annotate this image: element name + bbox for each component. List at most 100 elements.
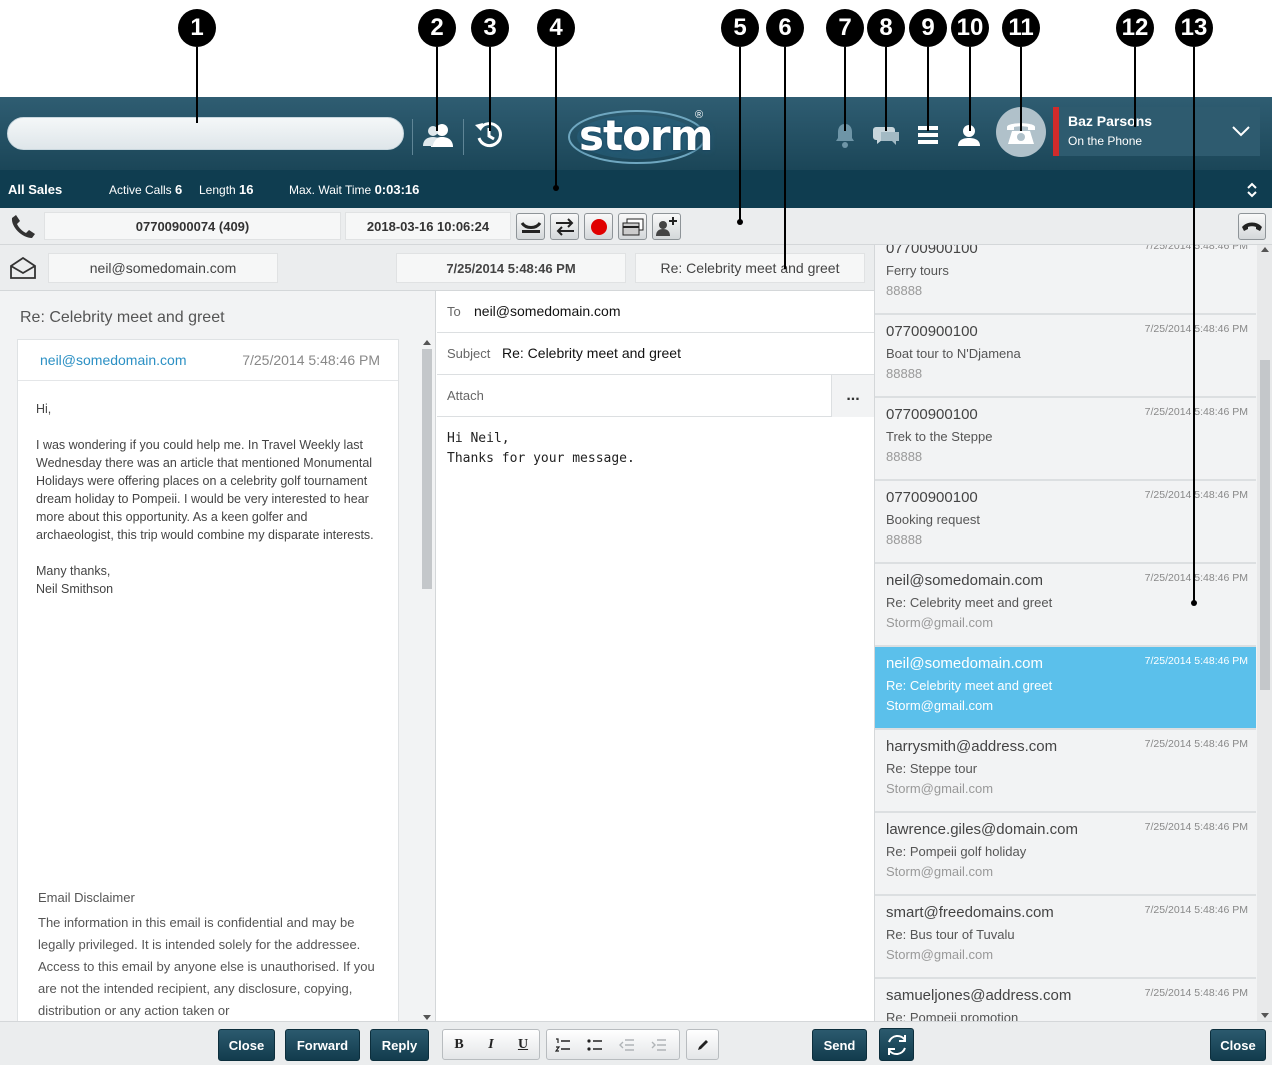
callout-leader xyxy=(784,47,786,269)
callout-12: 12 xyxy=(1116,9,1154,47)
list-item-title: smart@freedomains.com xyxy=(886,904,1054,921)
scrollbar-thumb[interactable] xyxy=(1260,360,1270,690)
conference-button[interactable] xyxy=(652,213,681,240)
callout-7: 7 xyxy=(826,9,864,47)
callout-10: 10 xyxy=(951,9,989,47)
scroll-up-icon[interactable] xyxy=(423,339,431,345)
conference-icon xyxy=(655,216,677,236)
list-item-title: harrysmith@address.com xyxy=(886,738,1058,755)
list-item-title: 07700900100 xyxy=(886,245,978,257)
scroll-up-icon[interactable] xyxy=(1261,246,1269,252)
list-item[interactable]: harrysmith@address.com Re: Steppe tour Sto… xyxy=(875,730,1256,813)
list-item-subject: Boat tour to N'Djamena xyxy=(886,346,1021,361)
callout-5: 5 xyxy=(721,9,759,47)
indent-button[interactable] xyxy=(643,1030,675,1059)
contacts-icon[interactable] xyxy=(420,117,456,153)
user-status-dropdown[interactable]: Baz Parsons On the Phone xyxy=(1053,107,1260,156)
list-item-date: 7/25/2014 5:48:46 PM xyxy=(1144,904,1248,916)
close-list-button[interactable]: Close xyxy=(1210,1029,1266,1061)
interaction-list: 07700900100 Ferry tours 88888 7/25/2014 5:4… xyxy=(874,245,1272,1021)
callout-6: 6 xyxy=(766,9,804,47)
numbered-list-button[interactable] xyxy=(547,1030,579,1059)
callout-leader xyxy=(885,47,887,131)
list-item-meta: Storm@gmail.com xyxy=(886,864,994,879)
list-item[interactable]: neil@somedomain.com Re: Celebrity meet an… xyxy=(875,647,1256,730)
list-item-subject: Re: Celebrity meet and greet xyxy=(886,595,1053,610)
list-item[interactable]: 07700900100 Booking request 88888 7/25/2014… xyxy=(875,481,1256,564)
list-item[interactable]: smart@freedomains.com Re: Bus tour of Tuv… xyxy=(875,896,1256,979)
email-scrollbar[interactable] xyxy=(420,339,434,1021)
list-item[interactable]: samueljones@address.com Re: Pompeii promo… xyxy=(875,979,1256,1021)
list-format-group xyxy=(546,1029,680,1060)
card-payment-button[interactable] xyxy=(618,213,647,240)
caller-number: 07700900074 (409) xyxy=(44,212,341,240)
list-item[interactable]: lawrence.giles@domain.com Re: Pompeii gol… xyxy=(875,813,1256,896)
to-row: To neil@somedomain.com xyxy=(437,291,874,333)
list-item-date: 7/25/2014 5:48:46 PM xyxy=(1144,821,1248,833)
hangup-button[interactable] xyxy=(1238,213,1266,240)
callout-leader xyxy=(555,47,557,187)
list-item-meta: 88888 xyxy=(886,366,923,381)
subject-row: Subject Re: Celebrity meet and greet xyxy=(437,333,874,375)
list-item-date: 7/25/2014 5:48:46 PM xyxy=(1144,738,1248,750)
list-item-title: samueljones@address.com xyxy=(886,987,1072,1004)
underline-button[interactable]: U xyxy=(507,1030,539,1059)
list-item-meta: Storm@gmail.com xyxy=(886,781,994,796)
outdent-icon xyxy=(619,1038,634,1051)
callout-leader xyxy=(436,47,438,131)
attach-browse-button[interactable]: ... xyxy=(831,375,874,417)
transfer-button[interactable] xyxy=(550,213,579,240)
reply-button[interactable]: Reply xyxy=(370,1029,429,1061)
search-input[interactable] xyxy=(7,117,404,150)
callout-2: 2 xyxy=(418,9,456,47)
outdent-button[interactable] xyxy=(611,1030,643,1059)
hold-icon xyxy=(520,221,541,233)
callout-leader xyxy=(1193,47,1195,602)
pen-icon xyxy=(697,1039,708,1050)
header-divider xyxy=(412,119,413,155)
list-item[interactable]: 07700900100 Ferry tours 88888 7/25/2014 5:4… xyxy=(875,245,1256,315)
send-button[interactable]: Send xyxy=(812,1029,867,1061)
subject-label: Subject xyxy=(447,346,491,361)
list-item[interactable]: neil@somedomain.com Re: Celebrity meet an… xyxy=(875,564,1256,647)
list-item[interactable]: 07700900100 Boat tour to N'Djamena 88888 7/… xyxy=(875,315,1256,398)
list-item-meta: Storm@gmail.com xyxy=(886,947,994,962)
bold-button[interactable]: B xyxy=(443,1030,475,1059)
list-scrollbar[interactable] xyxy=(1257,245,1272,1021)
phone-handset-icon xyxy=(11,215,35,238)
list-item[interactable]: 07700900100 Trek to the Steppe 88888 7/25/2… xyxy=(875,398,1256,481)
attach-row: Attach ... xyxy=(437,375,874,417)
email-body: Hi, I was wondering if you could help me… xyxy=(36,402,374,596)
close-email-button[interactable]: Close xyxy=(218,1029,275,1061)
card-icon xyxy=(622,218,643,235)
callout-13: 13 xyxy=(1175,9,1213,47)
italic-button[interactable]: I xyxy=(475,1030,507,1059)
hangup-icon xyxy=(1242,222,1262,231)
subject-field[interactable]: Re: Celebrity meet and greet xyxy=(502,345,681,361)
expand-collapse-icon[interactable] xyxy=(1246,181,1258,199)
list-item-subject: Re: Pompeii promotion xyxy=(886,1010,1019,1021)
pen-button[interactable] xyxy=(687,1030,718,1059)
hold-button[interactable] xyxy=(516,213,545,240)
list-item-date: 7/25/2014 5:48:46 PM xyxy=(1144,987,1248,999)
top-header: storm ® Baz Parsons On the Phone xyxy=(0,97,1272,170)
record-button[interactable] xyxy=(584,213,613,240)
email-sender-link[interactable]: neil@somedomain.com xyxy=(40,352,187,368)
transfer-icon xyxy=(555,217,574,236)
email-message-card: neil@somedomain.com 7/25/2014 5:48:46 PM… xyxy=(17,339,399,1029)
email-subject-field: Re: Celebrity meet and greet xyxy=(635,253,865,283)
to-field[interactable]: neil@somedomain.com xyxy=(474,303,621,319)
scrollbar-thumb[interactable] xyxy=(422,349,432,589)
scroll-down-icon[interactable] xyxy=(1261,1013,1269,1019)
callout-11: 11 xyxy=(1002,9,1040,47)
storm-logo: storm ® xyxy=(565,105,713,165)
compose-body-editor[interactable]: Hi Neil, Thanks for your message. xyxy=(447,429,635,469)
forward-button[interactable]: Forward xyxy=(285,1029,360,1061)
callout-leader xyxy=(739,47,741,222)
list-item-subject: Re: Celebrity meet and greet xyxy=(886,678,1053,693)
bullet-list-button[interactable] xyxy=(579,1030,611,1059)
email-date-field: 7/25/2014 5:48:46 PM xyxy=(396,253,626,283)
list-item-date: 7/25/2014 5:48:46 PM xyxy=(1144,655,1248,667)
refresh-button[interactable] xyxy=(879,1028,914,1061)
list-item-date: 7/25/2014 5:48:46 PM xyxy=(1144,572,1248,584)
